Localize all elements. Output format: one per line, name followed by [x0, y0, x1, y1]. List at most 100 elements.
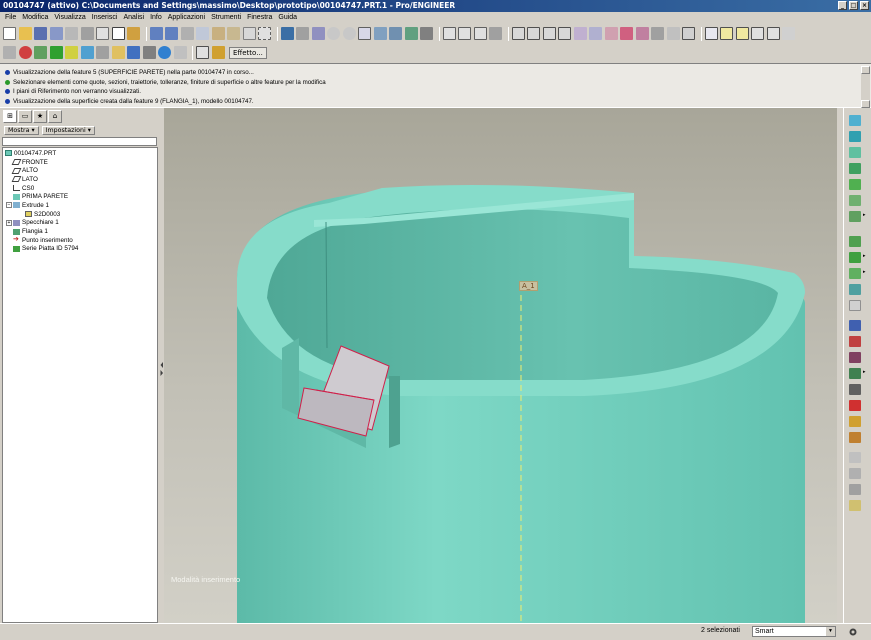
tree-item[interactable]: FRONTE — [3, 158, 157, 167]
menu-file[interactable]: File — [2, 14, 19, 21]
model-setup-icon[interactable] — [3, 46, 16, 59]
datum-planes-icon[interactable] — [511, 27, 525, 40]
undo-icon[interactable] — [149, 27, 163, 40]
csys-tool-icon[interactable] — [849, 400, 861, 411]
repaint-icon[interactable] — [280, 27, 294, 40]
open-file-icon[interactable] — [18, 27, 32, 40]
spin-display-icon[interactable] — [589, 27, 602, 40]
datum-curve-tool-icon[interactable] — [849, 352, 861, 363]
bend-back-icon[interactable] — [766, 27, 780, 40]
selection-filter-select[interactable]: Smart ▼ — [752, 626, 836, 637]
tree-item[interactable]: Serie Piatta ID 5794 — [3, 245, 157, 254]
twist-icon[interactable] — [849, 163, 861, 174]
tree-item[interactable]: LATO — [3, 175, 157, 184]
menu-strumenti[interactable]: Strumenti — [208, 14, 244, 21]
globe-icon[interactable] — [18, 46, 32, 59]
minimize-button[interactable]: _ — [838, 1, 847, 10]
save-icon[interactable] — [34, 27, 47, 40]
favorites-tab[interactable]: ★ — [33, 110, 47, 123]
hidden-line-icon[interactable] — [458, 27, 471, 40]
model-tree-tab[interactable]: ⊞ — [3, 110, 17, 123]
folder-browser-tab[interactable]: ▭ — [18, 110, 32, 123]
datum-axis-tool-icon[interactable] — [849, 336, 861, 347]
saved-views-icon[interactable] — [389, 27, 402, 40]
menu-applicazioni[interactable]: Applicazioni — [165, 14, 208, 21]
reorient-icon[interactable] — [373, 27, 387, 40]
zoom-in-icon[interactable] — [327, 27, 340, 40]
effects-icon[interactable] — [211, 46, 225, 59]
tree-item[interactable]: S2D0003 — [3, 210, 157, 219]
sketch-tool-icon[interactable] — [849, 384, 861, 395]
regenerate-icon[interactable] — [127, 27, 140, 40]
scroll-up-button[interactable] — [861, 66, 870, 74]
edit-definition-icon[interactable] — [849, 484, 861, 495]
measure-icon[interactable] — [682, 27, 695, 40]
form-tool-icon[interactable] — [849, 432, 861, 443]
settings-menu[interactable]: Impostazioni ▾ — [41, 126, 95, 135]
datum-plane-tool-icon[interactable] — [849, 320, 861, 331]
menu-analisi[interactable]: Analisi — [120, 14, 147, 21]
analysis-tool-icon[interactable] — [849, 416, 861, 427]
tree-item[interactable]: ALTO — [3, 166, 157, 175]
annotation-icon[interactable] — [573, 27, 587, 40]
graph-icon[interactable] — [96, 46, 109, 59]
bend-icon[interactable] — [849, 252, 861, 263]
thumb-icon[interactable] — [65, 46, 78, 59]
tree-item[interactable]: PRIMA PARETE — [3, 192, 157, 201]
select-icon[interactable] — [242, 27, 256, 40]
flyout-arrow-icon[interactable]: ▸ — [863, 369, 866, 375]
bend-back-tool-icon[interactable] — [849, 284, 861, 295]
menu-guida[interactable]: Guida — [275, 14, 300, 21]
color-icon[interactable] — [620, 27, 633, 40]
tree-item[interactable]: − Extrude 1 — [3, 201, 157, 210]
analysis-icon[interactable] — [80, 46, 94, 59]
spin-center-icon[interactable] — [296, 27, 309, 40]
email-icon[interactable] — [96, 27, 109, 40]
tree-root[interactable]: 00104747.PRT — [3, 149, 157, 158]
copy-icon[interactable] — [196, 27, 209, 40]
sketch-curve-icon[interactable] — [704, 27, 718, 40]
chevron-down-icon[interactable]: ▼ — [826, 627, 835, 636]
context-help-icon[interactable] — [196, 46, 209, 59]
axis-label-a1[interactable]: A_1 — [519, 281, 538, 291]
part-model-view[interactable] — [164, 108, 837, 623]
connections-tab[interactable]: ⌂ — [48, 110, 62, 123]
refit-icon[interactable] — [358, 27, 371, 40]
collapse-toggle[interactable]: − — [6, 202, 12, 209]
wireframe-icon[interactable] — [442, 27, 456, 40]
edge-rip-icon[interactable] — [782, 27, 795, 40]
flyout-arrow-icon[interactable]: ▸ — [863, 212, 866, 218]
close-window-icon[interactable] — [111, 27, 125, 40]
close-button[interactable]: × — [860, 1, 869, 10]
effetto-button[interactable]: Effetto... — [229, 46, 267, 59]
colors-icon[interactable] — [34, 46, 47, 59]
view-manager-icon[interactable] — [420, 27, 433, 40]
csys-icon[interactable] — [558, 27, 571, 40]
flange-wall-icon[interactable] — [849, 131, 861, 142]
rip-icon[interactable] — [849, 179, 861, 190]
save-copy-icon[interactable] — [49, 27, 63, 40]
extend-wall-icon[interactable] — [849, 147, 861, 158]
new-file-icon[interactable] — [3, 27, 16, 40]
orient-icon[interactable] — [311, 27, 325, 40]
scroll-down-button[interactable] — [861, 100, 870, 108]
folder-icon[interactable] — [111, 46, 125, 59]
menu-finestra[interactable]: Finestra — [244, 14, 275, 21]
graphics-window[interactable]: A_1 Modalità inserimento — [164, 108, 837, 623]
datum-points-icon[interactable] — [542, 27, 556, 40]
model-color-icon[interactable] — [635, 27, 649, 40]
tree-item[interactable]: Flangia 1 — [3, 227, 157, 236]
tree-item[interactable]: ➔ Punto inserimento — [3, 236, 157, 245]
maximize-button[interactable]: □ — [849, 1, 858, 10]
insert-mode-tool-icon[interactable] — [849, 500, 861, 511]
print-preview-icon[interactable] — [80, 27, 94, 40]
shading-icon[interactable] — [489, 27, 502, 40]
sketch-plane-icon[interactable] — [735, 27, 749, 40]
show-menu[interactable]: Mostra ▾ — [4, 126, 39, 135]
clearance-icon[interactable] — [666, 27, 680, 40]
surface-rip-icon[interactable] — [849, 211, 861, 222]
flat-pattern-tool-icon[interactable] — [849, 300, 861, 311]
menu-inserisci[interactable]: Inserisci — [89, 14, 121, 21]
tree-item[interactable]: + Specchiare 1 — [3, 219, 157, 228]
view-icon[interactable] — [651, 27, 664, 40]
